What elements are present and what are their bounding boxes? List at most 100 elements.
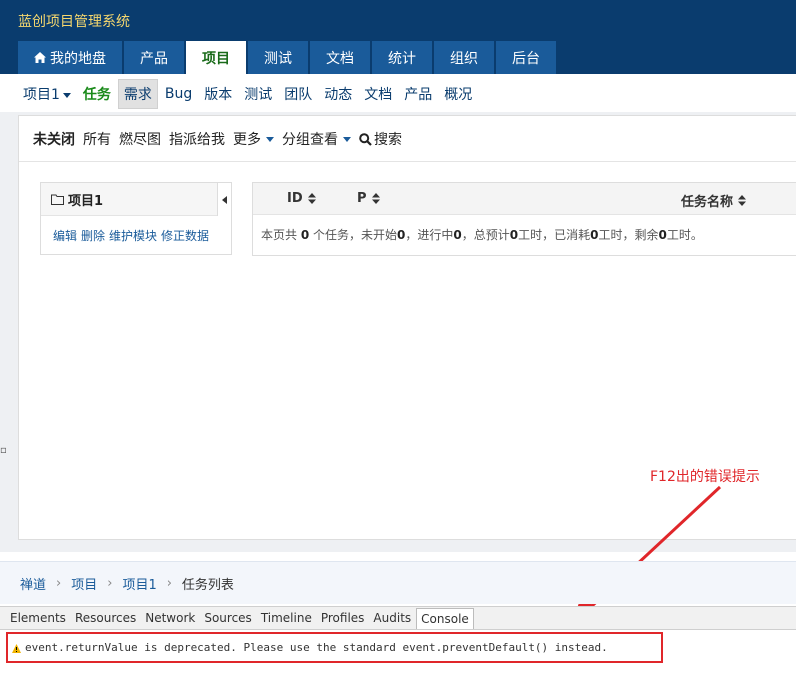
filter-group-view[interactable]: 分组查看 <box>282 129 351 149</box>
column-priority[interactable]: P <box>357 191 380 206</box>
project-selector[interactable]: 项目1 <box>18 80 76 108</box>
devtab-audits[interactable]: Audits <box>369 608 415 628</box>
table-summary: 本页共 0 个任务，未开始0，进行中0，总预计0工时，已消耗0工时，剩余0工时。 <box>253 215 796 254</box>
module-tree: 项目1 编辑 删除 维护模块 修正数据 <box>40 182 232 255</box>
devtab-sources[interactable]: Sources <box>200 608 255 628</box>
search-label: 搜索 <box>374 131 402 148</box>
subnav-test[interactable]: 测试 <box>239 80 277 108</box>
summary-text: 本页共 <box>261 228 298 242</box>
filter-more[interactable]: 更多 <box>233 129 274 149</box>
summary-count: 0 <box>658 228 667 242</box>
breadcrumb-project1[interactable]: 项目1 <box>122 574 156 593</box>
tree-header: 项目1 <box>41 183 231 216</box>
console-panel: event.returnValue is deprecated. Please … <box>0 630 796 675</box>
summary-text: 工时，已消耗 <box>518 228 591 242</box>
console-warning[interactable]: event.returnValue is deprecated. Please … <box>6 632 663 663</box>
tab-label: 我的地盘 <box>50 50 106 67</box>
subnav-product[interactable]: 产品 <box>399 80 437 108</box>
filter-more-label: 更多 <box>233 131 261 148</box>
tab-stats[interactable]: 统计 <box>372 41 432 74</box>
filter-unclosed[interactable]: 未关闭 <box>33 129 75 149</box>
subnav-doc[interactable]: 文档 <box>359 80 397 108</box>
sort-icon <box>371 193 380 204</box>
subnav-team[interactable]: 团队 <box>279 80 317 108</box>
tree-actions: 编辑 删除 维护模块 修正数据 <box>41 216 231 244</box>
tree-collapse-toggle[interactable] <box>217 183 231 216</box>
summary-count: 0 <box>509 228 519 242</box>
home-icon <box>34 52 46 63</box>
tree-action-fix-data[interactable]: 修正数据 <box>161 227 209 244</box>
tree-action-delete[interactable]: 删除 <box>81 227 105 244</box>
annotation-label: F12出的错误提示 <box>650 469 760 485</box>
devtab-resources[interactable]: Resources <box>71 608 140 628</box>
summary-text: 个任务，未开始 <box>313 228 398 242</box>
filter-all[interactable]: 所有 <box>83 129 111 149</box>
tree-title: 项目1 <box>68 193 104 209</box>
summary-text: 工时，剩余 <box>598 228 659 242</box>
chevron-right-icon: › <box>166 575 172 591</box>
subnav-dynamic[interactable]: 动态 <box>319 80 357 108</box>
side-marker: ▫ <box>0 445 7 456</box>
summary-text: 工时。 <box>666 228 703 242</box>
column-id[interactable]: ID <box>287 191 316 206</box>
main-nav: 我的地盘 产品 项目 测试 文档 统计 组织 后台 <box>18 41 558 74</box>
breadcrumb-current: 任务列表 <box>181 577 234 593</box>
table-header: ID P 任务名称 <box>253 183 796 215</box>
warning-icon <box>12 643 21 653</box>
summary-text: ，进行中 <box>405 228 454 242</box>
column-task-name[interactable]: 任务名称 <box>681 191 747 210</box>
column-task-name-label: 任务名称 <box>681 195 734 210</box>
app-title: 蓝创项目管理系统 <box>18 14 130 30</box>
sub-nav: 项目1 任务 需求 Bug 版本 测试 团队 动态 文档 产品 概况 <box>18 78 479 110</box>
tree-action-edit[interactable]: 编辑 <box>53 227 77 244</box>
subnav-story[interactable]: 需求 <box>117 79 158 109</box>
task-table: ID P 任务名称 本页共 0 个任务，未开始0，进行中0，总预计0工时，已消耗… <box>252 182 796 256</box>
devtab-elements[interactable]: Elements <box>6 608 70 628</box>
filter-burndown[interactable]: 燃尽图 <box>119 129 161 149</box>
tab-admin[interactable]: 后台 <box>496 41 556 74</box>
breadcrumb-home[interactable]: 禅道 <box>20 574 46 593</box>
devtools-tabs: Elements Resources Network Sources Timel… <box>0 606 796 630</box>
filter-group-label: 分组查看 <box>282 131 338 148</box>
summary-count: 0 <box>453 228 462 242</box>
caret-down-icon <box>266 137 274 142</box>
tab-product[interactable]: 产品 <box>124 41 184 74</box>
console-message: event.returnValue is deprecated. Please … <box>25 641 608 654</box>
caret-down-icon <box>343 137 351 142</box>
devtab-timeline[interactable]: Timeline <box>257 608 316 628</box>
project-selector-label: 项目1 <box>23 87 60 103</box>
tab-org[interactable]: 组织 <box>434 41 494 74</box>
top-header: 蓝创项目管理系统 我的地盘 产品 项目 测试 文档 统计 组织 后台 <box>0 0 796 74</box>
subnav-task[interactable]: 任务 <box>78 80 116 108</box>
caret-down-icon <box>62 92 71 98</box>
filter-bar: 未关闭 所有 燃尽图 指派给我 更多 分组查看 搜索 <box>19 116 796 162</box>
sort-icon <box>307 193 316 204</box>
summary-count: 0 <box>300 228 310 242</box>
search-button[interactable]: 搜索 <box>359 129 402 149</box>
tab-my-dashboard[interactable]: 我的地盘 <box>18 41 122 74</box>
breadcrumb-project[interactable]: 项目 <box>71 574 97 593</box>
filter-assigned-to-me[interactable]: 指派给我 <box>169 129 225 149</box>
devtab-profiles[interactable]: Profiles <box>317 608 369 628</box>
tab-project[interactable]: 项目 <box>186 41 246 74</box>
column-id-label: ID <box>287 191 303 206</box>
column-priority-label: P <box>357 191 367 206</box>
summary-count: 0 <box>590 228 599 242</box>
sort-icon <box>738 195 747 206</box>
folder-icon <box>51 194 64 205</box>
tab-doc[interactable]: 文档 <box>310 41 370 74</box>
chevron-right-icon: › <box>56 575 62 591</box>
summary-text: ，总预计 <box>461 228 510 242</box>
search-icon <box>359 132 372 146</box>
devtab-network[interactable]: Network <box>141 608 199 628</box>
subnav-overview[interactable]: 概况 <box>439 80 477 108</box>
devtab-console[interactable]: Console <box>416 607 474 629</box>
screenshot-root: 蓝创项目管理系统 我的地盘 产品 项目 测试 文档 统计 组织 后台 项目1 任… <box>0 0 796 675</box>
tree-action-manage-modules[interactable]: 维护模块 <box>109 227 157 244</box>
subnav-build[interactable]: 版本 <box>199 80 237 108</box>
breadcrumb: 禅道 › 项目 › 项目1 › 任务列表 <box>0 561 796 604</box>
chevron-right-icon: › <box>107 575 113 591</box>
chevron-left-icon <box>222 195 227 204</box>
tab-test[interactable]: 测试 <box>248 41 308 74</box>
subnav-bug[interactable]: Bug <box>160 82 197 106</box>
